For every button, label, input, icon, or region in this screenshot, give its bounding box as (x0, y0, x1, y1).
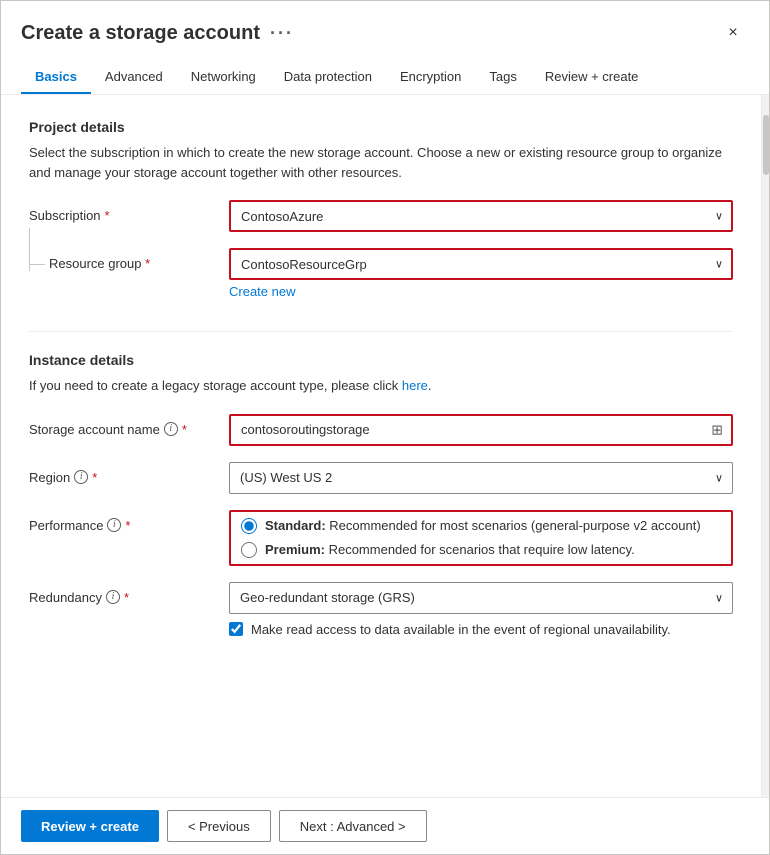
subscription-select[interactable]: ContosoAzure (229, 200, 733, 232)
create-storage-account-dialog: Create a storage account ··· × Basics Ad… (0, 0, 770, 855)
dialog-footer: Review + create < Previous Next : Advanc… (1, 797, 769, 854)
dialog-title-text: Create a storage account (21, 22, 260, 45)
storage-account-name-edit-icon: ⊞ (711, 421, 723, 438)
scrollbar-track[interactable] (761, 95, 769, 797)
redundancy-label: Redundancy (29, 590, 102, 605)
tab-data-protection[interactable]: Data protection (270, 61, 386, 94)
storage-account-name-row: Storage account name i * ⊞ (29, 414, 733, 446)
geo-access-checkbox[interactable] (229, 622, 243, 636)
storage-account-name-label-col: Storage account name i * (29, 414, 229, 437)
main-content: Project details Select the subscription … (1, 95, 761, 797)
region-select[interactable]: (US) West US 2 (229, 462, 733, 494)
performance-control: Standard: Recommended for most scenarios… (229, 510, 733, 566)
tab-advanced[interactable]: Advanced (91, 61, 177, 94)
performance-row: Performance i * Standard: Recommended fo… (29, 510, 733, 566)
redundancy-row: Redundancy i * Geo-redundant storage (GR… (29, 582, 733, 637)
geo-access-checkbox-label[interactable]: Make read access to data available in th… (229, 622, 733, 637)
region-row: Region i * (US) West US 2 ∨ (29, 462, 733, 494)
region-label: Region (29, 470, 70, 485)
tab-tags[interactable]: Tags (475, 61, 530, 94)
project-details-description: Select the subscription in which to crea… (29, 143, 733, 182)
redundancy-info-icon[interactable]: i (106, 590, 120, 604)
storage-account-name-required: * (182, 422, 187, 437)
subscription-control: ContosoAzure ∨ (229, 200, 733, 232)
performance-info-icon[interactable]: i (107, 518, 121, 532)
project-details-title: Project details (29, 119, 733, 135)
resource-group-select-wrapper: ContosoResourceGrp ∨ (229, 248, 733, 280)
storage-account-name-input-wrapper: ⊞ (229, 414, 733, 446)
review-create-button[interactable]: Review + create (21, 810, 159, 842)
instance-details-description: If you need to create a legacy storage a… (29, 376, 733, 396)
performance-standard-label: Standard: Recommended for most scenarios… (265, 518, 701, 533)
instance-details-title: Instance details (29, 352, 733, 368)
section-divider (29, 331, 733, 332)
region-select-wrapper: (US) West US 2 ∨ (229, 462, 733, 494)
performance-premium-label: Premium: Recommended for scenarios that … (265, 542, 635, 557)
previous-button[interactable]: < Previous (167, 810, 271, 842)
region-required: * (92, 470, 97, 485)
resource-group-select[interactable]: ContosoResourceGrp (229, 248, 733, 280)
content-area: Project details Select the subscription … (1, 95, 769, 797)
project-details-section: Project details Select the subscription … (29, 119, 733, 299)
tab-encryption[interactable]: Encryption (386, 61, 475, 94)
region-control: (US) West US 2 ∨ (229, 462, 733, 494)
redundancy-select[interactable]: Geo-redundant storage (GRS) (229, 582, 733, 614)
redundancy-label-col: Redundancy i * (29, 582, 229, 605)
performance-radio-group: Standard: Recommended for most scenarios… (241, 518, 721, 558)
performance-radio-wrapper: Standard: Recommended for most scenarios… (229, 510, 733, 566)
close-icon: × (728, 24, 737, 42)
resource-group-label: Resource group (49, 256, 142, 271)
tab-review-create[interactable]: Review + create (531, 61, 653, 94)
subscription-label-col: Subscription * (29, 200, 229, 223)
storage-account-name-label: Storage account name (29, 422, 160, 437)
subscription-label: Subscription (29, 208, 101, 223)
performance-standard-option[interactable]: Standard: Recommended for most scenarios… (241, 518, 721, 534)
performance-label-col: Performance i * (29, 510, 229, 533)
performance-label: Performance (29, 518, 103, 533)
tab-bar: Basics Advanced Networking Data protecti… (1, 49, 769, 95)
resource-group-row: Resource group * ContosoResourceGrp ∨ Cr… (29, 248, 733, 299)
subscription-select-wrapper: ContosoAzure ∨ (229, 200, 733, 232)
tab-networking[interactable]: Networking (177, 61, 270, 94)
subscription-row: Subscription * ContosoAzure ∨ (29, 200, 733, 232)
next-button[interactable]: Next : Advanced > (279, 810, 427, 842)
instance-desc-suffix: . (428, 378, 432, 393)
dialog-header: Create a storage account ··· × (1, 1, 769, 49)
region-label-col: Region i * (29, 462, 229, 485)
geo-access-label: Make read access to data available in th… (251, 622, 671, 637)
performance-premium-radio[interactable] (241, 542, 257, 558)
storage-account-name-control: ⊞ (229, 414, 733, 446)
storage-account-name-input[interactable] (229, 414, 733, 446)
storage-account-name-info-icon[interactable]: i (164, 422, 178, 436)
performance-standard-radio[interactable] (241, 518, 257, 534)
instance-details-section: Instance details If you need to create a… (29, 352, 733, 637)
close-button[interactable]: × (717, 17, 749, 49)
create-new-link[interactable]: Create new (229, 284, 295, 299)
resource-group-control: ContosoResourceGrp ∨ Create new (229, 248, 733, 299)
region-info-icon[interactable]: i (74, 470, 88, 484)
redundancy-required: * (124, 590, 129, 605)
performance-required: * (125, 518, 130, 533)
legacy-storage-link[interactable]: here (402, 378, 428, 393)
resource-group-label-col: Resource group * (29, 248, 229, 271)
dialog-title: Create a storage account ··· (21, 22, 294, 45)
scrollbar-thumb[interactable] (763, 115, 769, 175)
subscription-required: * (105, 208, 110, 223)
instance-desc-prefix: If you need to create a legacy storage a… (29, 378, 402, 393)
dialog-title-dots: ··· (270, 23, 294, 44)
resource-group-required: * (145, 256, 150, 271)
performance-premium-option[interactable]: Premium: Recommended for scenarios that … (241, 542, 721, 558)
redundancy-select-wrapper: Geo-redundant storage (GRS) ∨ (229, 582, 733, 614)
tab-basics[interactable]: Basics (21, 61, 91, 94)
redundancy-control: Geo-redundant storage (GRS) ∨ Make read … (229, 582, 733, 637)
